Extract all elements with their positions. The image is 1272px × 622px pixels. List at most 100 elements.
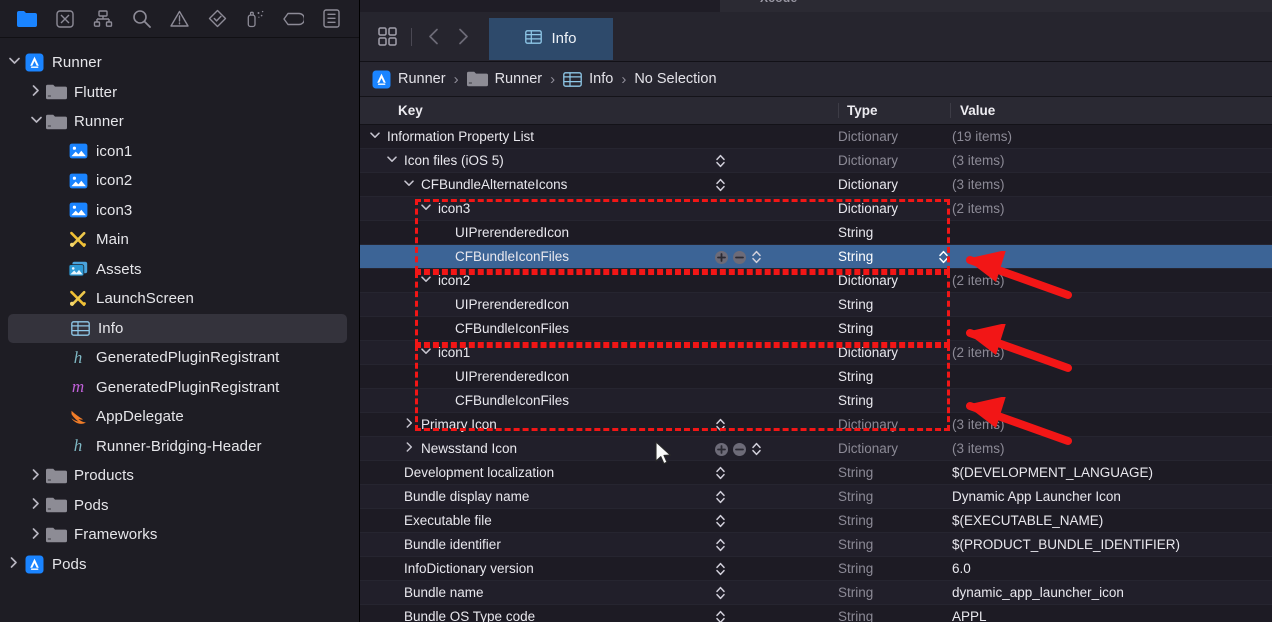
table-row[interactable]: icon1 Dictionary (2 items) [360, 341, 1272, 365]
plist-key-cell[interactable]: Bundle OS Type code [360, 609, 838, 622]
chevron-down-icon[interactable] [368, 131, 382, 142]
sidebar-item-flutter[interactable]: Flutter [0, 78, 359, 108]
plist-key-cell[interactable]: CFBundleIconFiles [360, 249, 838, 264]
chevron-right-icon[interactable] [402, 442, 416, 455]
chevron-down-icon[interactable] [28, 116, 44, 127]
chevron-down-icon[interactable] [419, 203, 433, 214]
chevron-right-icon[interactable] [28, 85, 44, 99]
editor-options-icon[interactable] [370, 20, 404, 54]
chevron-right-icon[interactable] [28, 498, 44, 512]
debug-navigator-icon[interactable] [237, 4, 275, 34]
plist-value-cell[interactable]: 6.0 [950, 561, 1272, 576]
column-header-value[interactable]: Value [950, 103, 1272, 118]
source-control-navigator-icon[interactable] [46, 4, 84, 34]
plist-value-cell[interactable]: (3 items) [950, 417, 1272, 432]
sidebar-item-pods[interactable]: Pods [0, 491, 359, 521]
breadcrumb-item-runner[interactable]: Runner [372, 70, 446, 89]
breadcrumb-item-no-selection[interactable]: No Selection [634, 71, 716, 87]
project-navigator-icon[interactable] [8, 4, 46, 34]
plist-key-cell[interactable]: UIPrerenderedIcon [360, 297, 838, 312]
plist-value-cell[interactable]: (19 items) [950, 129, 1272, 144]
table-row[interactable]: InfoDictionary version String 6.0 [360, 557, 1272, 581]
type-stepper[interactable] [751, 441, 762, 457]
sidebar-item-frameworks[interactable]: Frameworks [0, 520, 359, 550]
add-row-button[interactable] [715, 250, 728, 264]
plist-value-cell[interactable]: Dynamic App Launcher Icon [950, 489, 1272, 504]
sidebar-item-appdelegate[interactable]: AppDelegate [0, 402, 359, 432]
table-row[interactable]: icon3 Dictionary (2 items) [360, 197, 1272, 221]
plist-key-cell[interactable]: icon2 [360, 273, 838, 288]
sidebar-item-main[interactable]: Main [0, 225, 359, 255]
plist-value-cell[interactable]: (3 items) [950, 177, 1272, 192]
sidebar-item-info[interactable]: Info [8, 313, 347, 343]
type-stepper[interactable] [715, 465, 726, 481]
sidebar-item-generatedpluginregistrant[interactable]: m GeneratedPluginRegistrant [0, 373, 359, 403]
chevron-down-icon[interactable] [385, 155, 399, 166]
type-stepper[interactable] [715, 489, 726, 505]
plist-value-cell[interactable]: (2 items) [950, 345, 1272, 360]
table-row[interactable]: Bundle OS Type code String APPL [360, 605, 1272, 622]
sidebar-item-runner[interactable]: Runner [0, 107, 359, 137]
type-stepper[interactable] [751, 249, 762, 265]
report-navigator-icon[interactable] [313, 4, 351, 34]
plist-value-cell[interactable]: APPL [950, 609, 1272, 622]
plist-type-cell[interactable]: Dictionary [838, 417, 950, 432]
breadcrumb-item-runner[interactable]: Runner [466, 71, 542, 87]
table-row[interactable]: icon2 Dictionary (2 items) [360, 269, 1272, 293]
column-header-type[interactable]: Type [838, 103, 950, 118]
table-row[interactable]: Executable file String $(EXECUTABLE_NAME) [360, 509, 1272, 533]
table-row[interactable]: Bundle display name String Dynamic App Lau… [360, 485, 1272, 509]
sidebar-item-runner-bridging-header[interactable]: h Runner-Bridging-Header [0, 432, 359, 462]
sidebar-item-pods[interactable]: Pods [0, 550, 359, 580]
plist-type-cell[interactable]: String [838, 297, 950, 312]
table-row[interactable]: Primary Icon Dictionary (3 items) [360, 413, 1272, 437]
type-stepper[interactable] [715, 537, 726, 553]
symbol-navigator-icon[interactable] [84, 4, 122, 34]
type-stepper[interactable] [715, 153, 726, 169]
plist-value-cell[interactable]: $(PRODUCT_BUNDLE_IDENTIFIER) [950, 537, 1272, 552]
plist-key-cell[interactable]: CFBundleIconFiles [360, 393, 838, 408]
plist-type-cell[interactable]: String [838, 561, 950, 576]
plist-type-cell[interactable]: String [838, 465, 950, 480]
remove-row-button[interactable] [733, 442, 746, 456]
issue-navigator-icon[interactable] [160, 4, 198, 34]
find-navigator-icon[interactable] [122, 4, 160, 34]
plist-key-cell[interactable]: icon1 [360, 345, 838, 360]
plist-type-cell[interactable]: String [838, 225, 950, 240]
chevron-right-icon[interactable] [28, 468, 44, 483]
type-stepper[interactable] [715, 561, 726, 577]
plist-type-cell[interactable]: String [838, 609, 950, 622]
chevron-down-icon[interactable] [419, 275, 433, 286]
chevron-down-icon[interactable] [6, 57, 22, 68]
plist-key-cell[interactable]: Executable file [360, 513, 838, 528]
table-row[interactable]: CFBundleIconFiles String [360, 389, 1272, 413]
plist-value-cell[interactable]: $(EXECUTABLE_NAME) [950, 513, 1272, 528]
plist-key-cell[interactable]: CFBundleIconFiles [360, 321, 838, 336]
type-stepper[interactable] [715, 585, 726, 601]
remove-row-button[interactable] [733, 250, 746, 264]
plist-key-cell[interactable]: Information Property List [360, 129, 838, 144]
table-row[interactable]: Bundle name String dynamic_app_launcher_ic… [360, 581, 1272, 605]
table-row[interactable]: Icon files (iOS 5) Dictionary (3 items) [360, 149, 1272, 173]
sidebar-item-icon2[interactable]: icon2 [0, 166, 359, 196]
breadcrumb-item-info[interactable]: Info [563, 71, 613, 87]
chevron-left-icon[interactable] [419, 20, 447, 54]
plist-type-cell[interactable]: String [838, 249, 950, 264]
plist-type-cell[interactable]: String [838, 537, 950, 552]
sidebar-item-runner[interactable]: Runner [0, 48, 359, 78]
sidebar-item-icon3[interactable]: icon3 [0, 196, 359, 226]
breakpoint-navigator-icon[interactable] [275, 4, 313, 34]
table-row[interactable]: Bundle identifier String $(PRODUCT_BUNDLE_… [360, 533, 1272, 557]
plist-type-cell[interactable]: Dictionary [838, 345, 950, 360]
plist-key-cell[interactable]: Development localization [360, 465, 838, 480]
plist-value-cell[interactable]: (3 items) [950, 441, 1272, 456]
value-stepper[interactable] [938, 249, 949, 268]
plist-key-cell[interactable]: Primary Icon [360, 417, 838, 432]
plist-type-cell[interactable]: String [838, 321, 950, 336]
sidebar-item-products[interactable]: Products [0, 461, 359, 491]
plist-type-cell[interactable]: Dictionary [838, 201, 950, 216]
plist-type-cell[interactable]: Dictionary [838, 153, 950, 168]
plist-type-cell[interactable]: String [838, 393, 950, 408]
plist-value-cell[interactable]: $(DEVELOPMENT_LANGUAGE) [950, 465, 1272, 480]
type-stepper[interactable] [715, 177, 726, 193]
